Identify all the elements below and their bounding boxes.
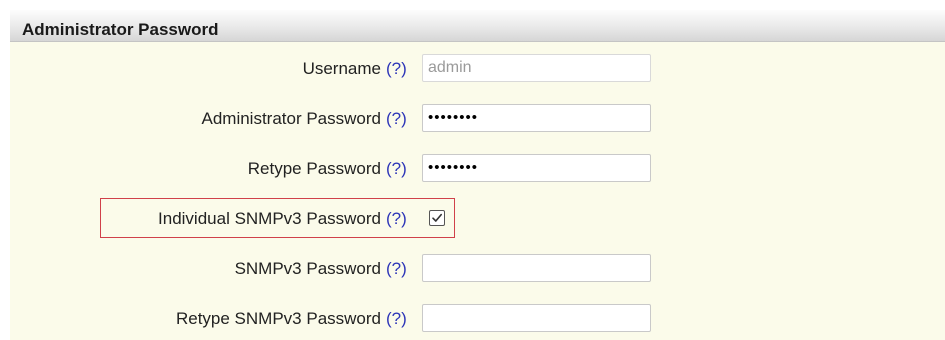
panel-header: Administrator Password xyxy=(10,10,945,42)
form-row-retype-snmpv3-password: Retype SNMPv3 Password (?) xyxy=(10,302,945,334)
form-row-retype-password: Retype Password (?) •••••••• xyxy=(10,152,945,184)
administrator-password-panel: Administrator Password Username (?) admi… xyxy=(10,10,945,340)
administrator-password-label: Administrator Password xyxy=(201,109,381,128)
retype-snmpv3-password-field[interactable] xyxy=(422,304,651,332)
administrator-password-field[interactable]: •••••••• xyxy=(422,104,651,132)
username-field[interactable]: admin xyxy=(422,54,651,82)
retype-password-field[interactable]: •••••••• xyxy=(422,154,651,182)
form-row-snmpv3-password: SNMPv3 Password (?) xyxy=(10,252,945,284)
username-help-link[interactable]: (?) xyxy=(386,59,407,79)
username-label: Username xyxy=(302,59,381,78)
snmpv3-password-label: SNMPv3 Password xyxy=(234,259,381,278)
form-row-username: Username (?) admin xyxy=(10,52,945,84)
retype-snmpv3-password-label: Retype SNMPv3 Password xyxy=(175,309,381,328)
snmpv3-password-help-link[interactable]: (?) xyxy=(386,259,407,279)
retype-snmpv3-password-help-link[interactable]: (?) xyxy=(386,309,407,329)
administrator-password-help-link[interactable]: (?) xyxy=(386,109,407,129)
form-row-administrator-password: Administrator Password (?) •••••••• xyxy=(10,102,945,134)
highlight-annotation-box xyxy=(100,198,455,238)
panel-title: Administrator Password xyxy=(22,20,219,39)
retype-password-label: Retype Password xyxy=(247,159,381,178)
snmpv3-password-field[interactable] xyxy=(422,254,651,282)
retype-password-help-link[interactable]: (?) xyxy=(386,159,407,179)
